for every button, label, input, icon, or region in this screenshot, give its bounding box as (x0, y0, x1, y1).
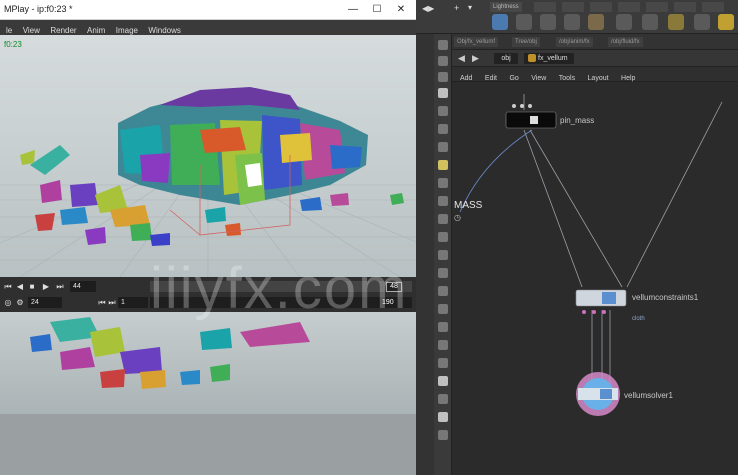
screen: MPlay - ip:f0:23 * — ☐ ✕ le View Render … (0, 0, 738, 475)
shelf-tab[interactable] (534, 2, 556, 12)
render-icon[interactable] (438, 430, 448, 440)
shelf-tab[interactable] (646, 2, 668, 12)
ghost-icon[interactable] (438, 394, 448, 404)
network-path-bar: ◀ ▶ obj fx_vellum (452, 50, 738, 67)
cursor-icon[interactable] (438, 268, 448, 278)
step-back-icon[interactable]: ◀ (14, 281, 26, 292)
node-label-pin-mass: pin_mass (560, 116, 595, 125)
node-vellum-solver[interactable] (576, 372, 620, 416)
template-icon[interactable] (438, 412, 448, 422)
mplay-window-title: MPlay - ip:f0:23 * (4, 4, 73, 14)
shelf-tab[interactable] (702, 2, 724, 12)
clock-icon: ◷ (454, 213, 461, 222)
range-next-icon[interactable]: ⏭ (106, 297, 118, 308)
shelf-tool-icon[interactable] (694, 14, 710, 30)
pane-tab-arrows-icon[interactable]: ◀▶ (422, 4, 434, 13)
realtime-icon[interactable]: ◎ (2, 297, 14, 308)
secondary-viewport[interactable] (0, 312, 416, 414)
back-arrow-icon[interactable]: ◀ (458, 53, 465, 64)
shelf-tab[interactable] (590, 2, 612, 12)
shelf-tab[interactable] (618, 2, 640, 12)
magnet-icon[interactable] (438, 196, 448, 206)
pane-tab-4[interactable]: /obj/fluid/fx (608, 37, 643, 47)
handle-tool-icon[interactable] (438, 106, 448, 116)
light-icon[interactable] (438, 232, 448, 242)
forward-arrow-icon[interactable]: ▶ (472, 53, 479, 64)
light-tool-icon[interactable] (516, 14, 532, 30)
shelf: Lightness ◀▶ + ▾ (416, 0, 738, 34)
node-pin-mass[interactable] (505, 104, 557, 129)
node-label-vellumsolver: vellumsolver1 (624, 391, 673, 400)
mass-label: MASS (454, 200, 483, 211)
snap-icon[interactable] (438, 160, 448, 170)
frame-readout: f0:23 (4, 40, 22, 49)
minimize-button[interactable]: — (344, 2, 362, 18)
eye-icon[interactable] (438, 322, 448, 332)
node-vellum-constraints[interactable] (575, 289, 627, 314)
display-icon[interactable] (438, 376, 448, 386)
houdini-main: Lightness ◀▶ + ▾ Obj/fx_vellumf Tree/obj… (416, 0, 738, 475)
go-end-icon[interactable]: ⏭ (54, 281, 66, 292)
shelf-tool-icon[interactable] (718, 14, 734, 30)
pose-tool-icon[interactable] (438, 124, 448, 134)
light-tool-icon[interactable] (540, 14, 556, 30)
current-frame-field[interactable]: 44 (70, 281, 96, 292)
view-tool-icon[interactable] (438, 56, 448, 66)
wires (459, 94, 723, 387)
env-light-icon[interactable] (588, 14, 604, 30)
wireframe-icon[interactable] (438, 358, 448, 368)
start-frame-field[interactable]: 24 (28, 297, 62, 308)
lock-icon[interactable] (438, 88, 448, 98)
node-graph (459, 94, 723, 416)
camera-tool-icon[interactable] (492, 14, 508, 30)
pane-tab-1[interactable]: Obj/fx_vellumf (454, 37, 499, 47)
path-context[interactable]: obj (494, 53, 518, 64)
node-sub-cloth: cloth (632, 316, 645, 322)
paint-icon[interactable] (438, 286, 448, 296)
viewer-toolbar (434, 34, 452, 475)
shelf-tool-icon[interactable] (668, 14, 684, 30)
range-start-field[interactable]: 1 (118, 297, 148, 308)
secondary-scene (30, 317, 310, 389)
light-tool-icon[interactable] (564, 14, 580, 30)
settings-icon[interactable]: ⚙ (14, 297, 26, 308)
go-start-icon[interactable]: ⏮ (2, 281, 14, 292)
stop-icon[interactable]: ■ (26, 281, 38, 292)
viewer-strip (416, 34, 434, 475)
add-shelf-icon[interactable]: + (454, 3, 459, 13)
fractured-car (118, 87, 368, 205)
cut-icon[interactable] (438, 304, 448, 314)
watermark: iiiyfx.com (150, 256, 409, 321)
mplay-menubar: le View Render Anim Image Windows (0, 20, 416, 35)
transform-tool-icon[interactable] (438, 72, 448, 82)
close-button[interactable]: ✕ (392, 2, 410, 18)
grid-icon[interactable] (438, 214, 448, 224)
select-tool-icon[interactable] (438, 40, 448, 50)
mplay-lower-panel (0, 414, 416, 475)
mplay-window: MPlay - ip:f0:23 * — ☐ ✕ le View Render … (0, 0, 416, 475)
mplay-titlebar[interactable]: MPlay - ip:f0:23 * — ☐ ✕ (0, 0, 416, 20)
network-menubar: Add Edit Go View Tools Layout Help (452, 67, 738, 82)
node-label-vellumconstraints: vellumconstraints1 (632, 293, 699, 302)
shelf-tool-icon[interactable] (642, 14, 658, 30)
shelf-menu-icon[interactable]: ▾ (468, 3, 472, 12)
shelf-tab[interactable] (562, 2, 584, 12)
pin-icon[interactable] (438, 178, 448, 188)
shading-icon[interactable] (438, 340, 448, 350)
node-type-icon (528, 54, 536, 62)
viewport-scene (0, 87, 416, 277)
pane-tab-2[interactable]: Tree/obj (512, 37, 540, 47)
network-editor[interactable]: MASS ◷ pin_mass vellumconstraints1 cloth… (452, 82, 738, 475)
debris-lower (30, 317, 310, 389)
network-pane-tabs: Obj/fx_vellumf Tree/obj /obj/anim/fx /ob… (452, 34, 738, 50)
play-icon[interactable]: ▶ (40, 281, 52, 292)
brush-tool-icon[interactable] (438, 142, 448, 152)
pane-tab-3[interactable]: /obj/anim/fx (556, 37, 593, 47)
shelf-tab-lightness[interactable]: Lightness (490, 2, 522, 12)
maximize-button[interactable]: ☐ (368, 2, 386, 18)
shelf-tab[interactable] (674, 2, 696, 12)
camera-icon[interactable] (438, 250, 448, 260)
render-viewport[interactable]: f0:23 (0, 35, 416, 277)
shelf-tool-icon[interactable] (616, 14, 632, 30)
